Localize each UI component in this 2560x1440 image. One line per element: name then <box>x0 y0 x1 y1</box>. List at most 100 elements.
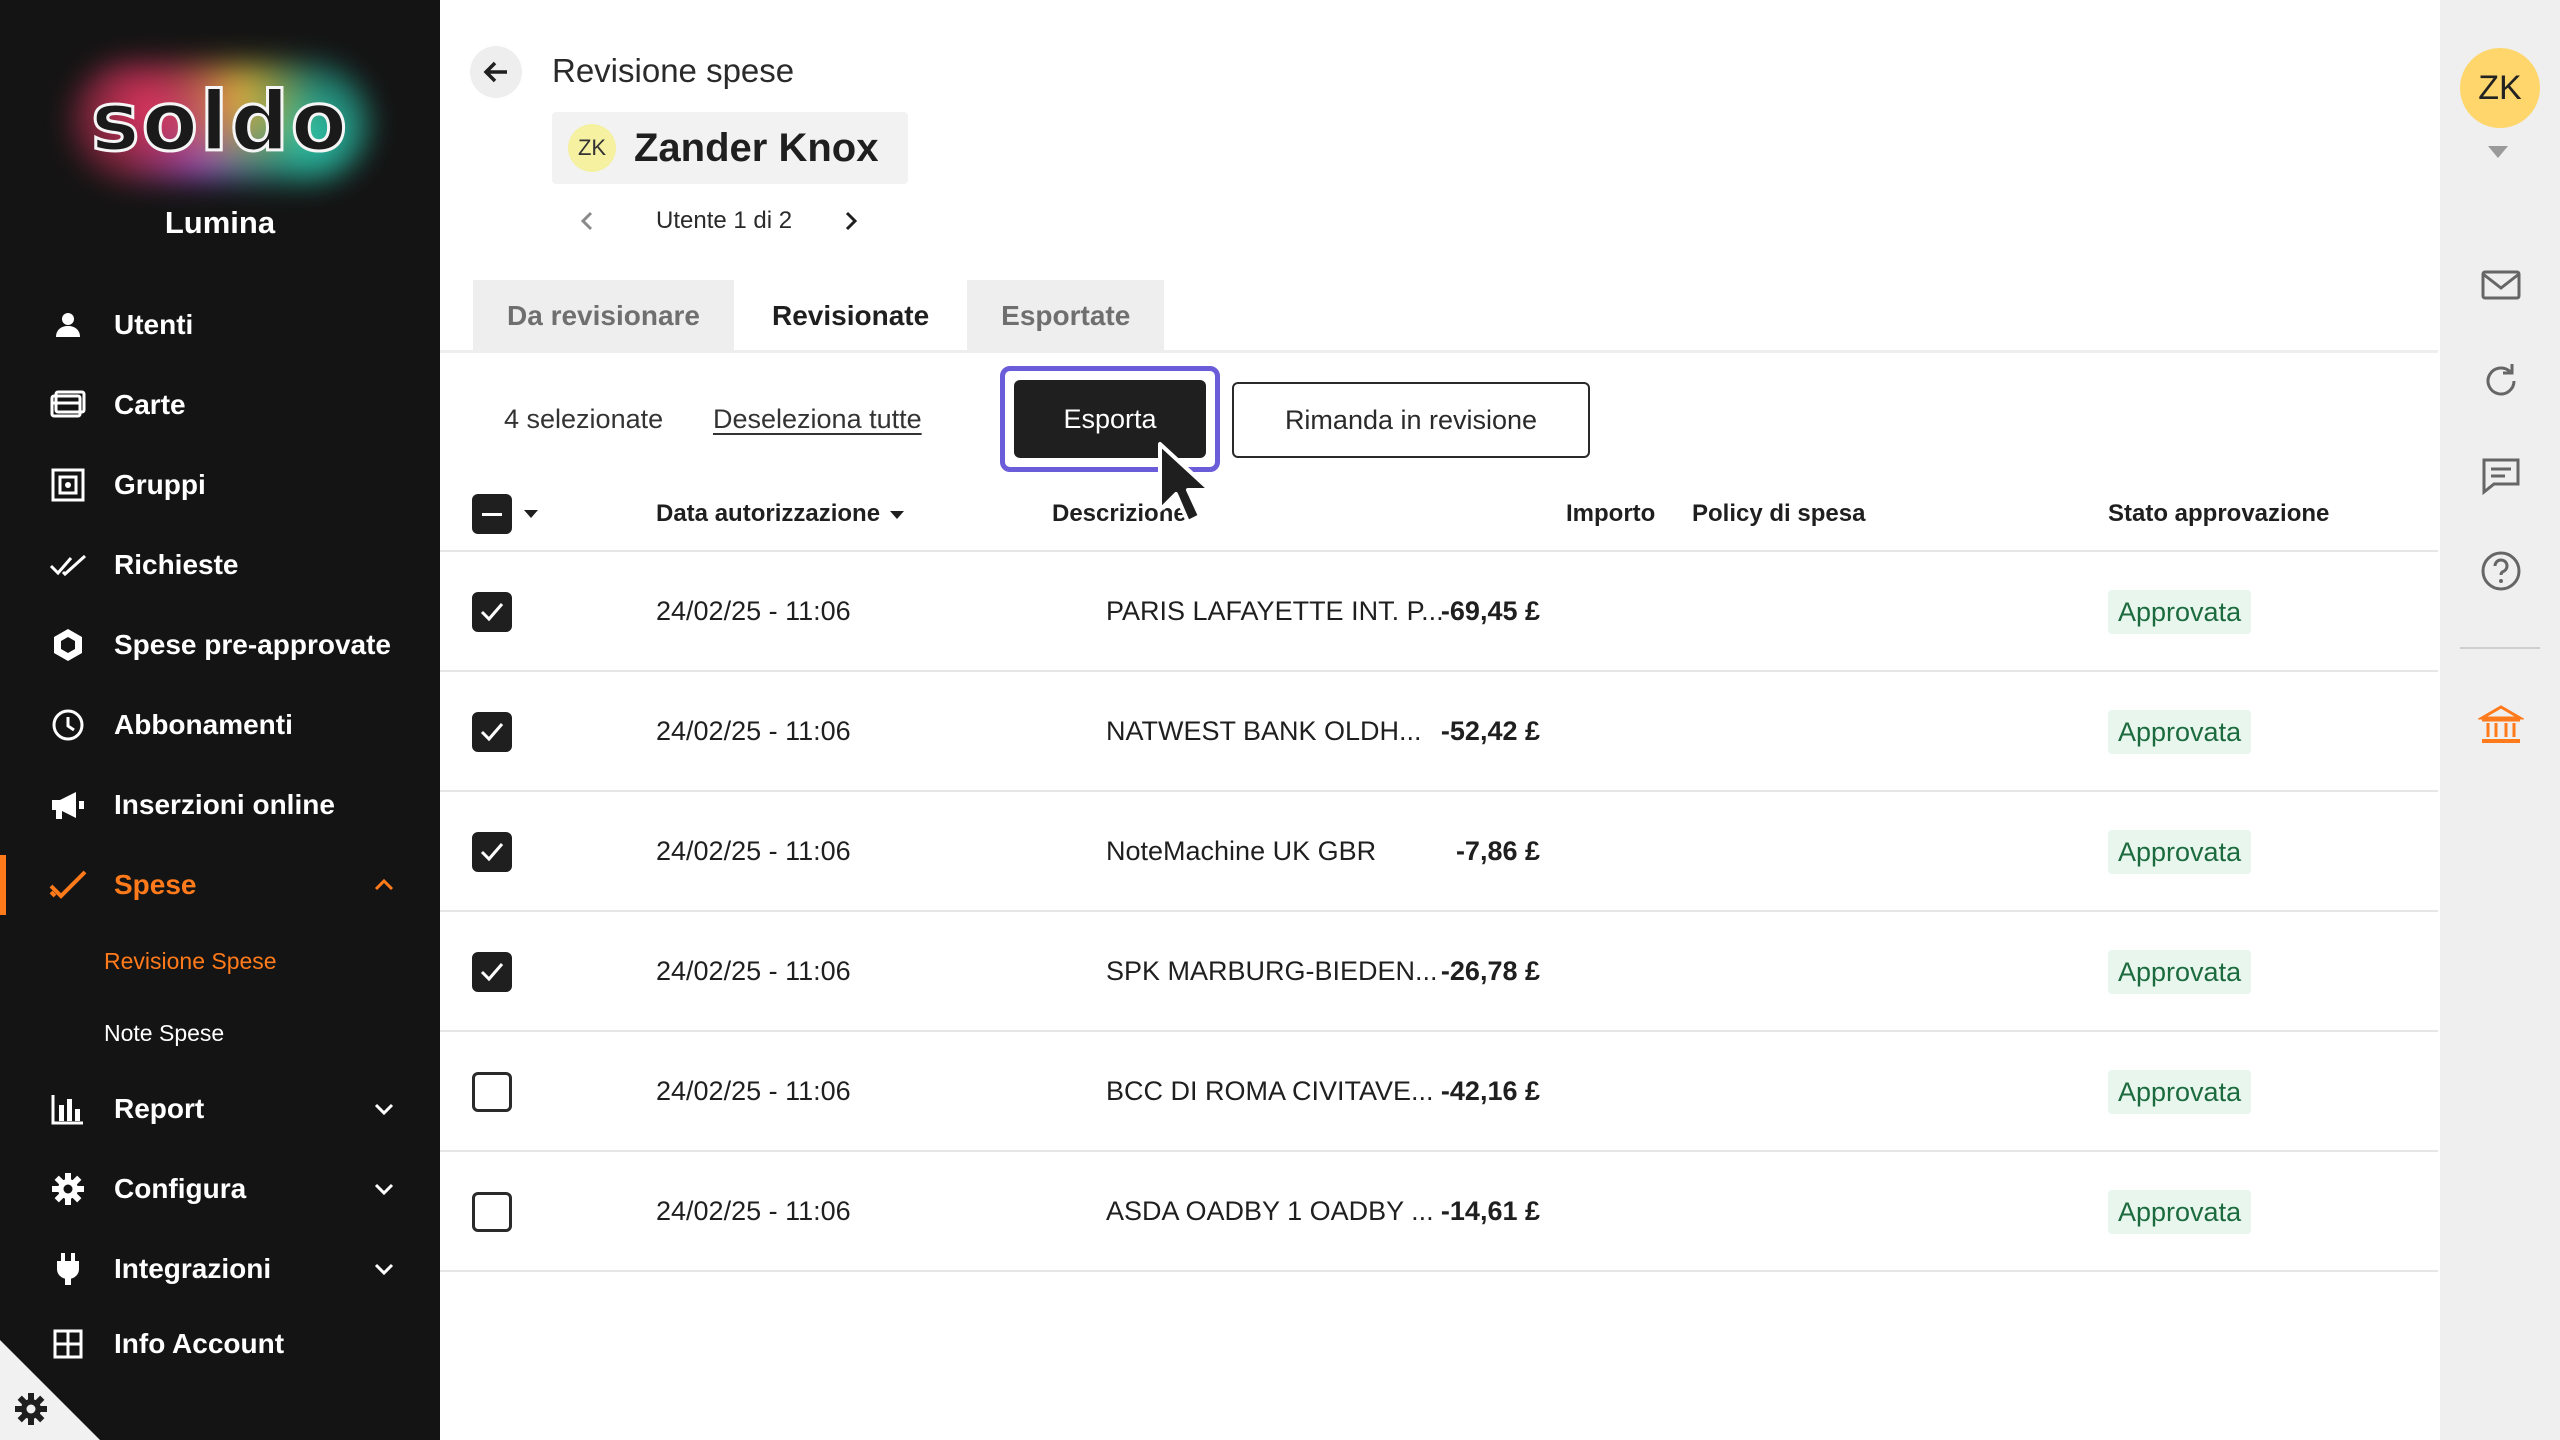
selected-count: 4 selezionate <box>504 404 664 434</box>
status-badge: Approvata <box>2108 950 2252 994</box>
sub-item-note-spese[interactable]: Note Spese <box>0 997 440 1069</box>
nav-item-spese[interactable]: Spese <box>0 845 440 925</box>
user-pager: Utente 1 di 2 <box>572 206 866 236</box>
chevron-left-icon[interactable] <box>572 206 602 236</box>
mail-icon[interactable] <box>2478 262 2524 308</box>
hexagon-icon <box>48 625 88 665</box>
column-amount: Importo <box>1566 500 1656 527</box>
avatar: ZK <box>568 124 616 172</box>
row-checkbox[interactable] <box>472 952 512 992</box>
nav-label: Report <box>114 1093 205 1124</box>
bank-icon[interactable] <box>2478 702 2524 748</box>
help-icon[interactable] <box>2478 548 2524 594</box>
sort-caret-icon <box>890 510 905 519</box>
sub-item-revisione-spese[interactable]: Revisione Spese <box>0 925 440 997</box>
refresh-icon[interactable] <box>2478 358 2524 404</box>
row-amount: -52,42 £ <box>1440 716 1540 746</box>
tab-da-revisionare[interactable]: Da revisionare <box>473 280 734 352</box>
nav-item-richieste[interactable]: Richieste <box>0 525 440 605</box>
select-all-checkbox[interactable] <box>472 494 512 534</box>
chevron-down-icon[interactable] <box>368 1253 400 1285</box>
tabs: Da revisionare Revisionate Esportate <box>473 280 1168 352</box>
user-icon <box>48 305 88 345</box>
row-amount: -14,61 £ <box>1440 1196 1540 1226</box>
table-row[interactable]: 24/02/25 - 11:06 PARIS LAFAYETTE INT. P.… <box>440 552 2438 672</box>
table-row[interactable]: 24/02/25 - 11:06 NoteMachine UK GBR -7,8… <box>440 792 2438 912</box>
gear-icon <box>48 1169 88 1209</box>
row-amount: -42,16 £ <box>1440 1076 1540 1106</box>
nav-item-report[interactable]: Report <box>0 1069 440 1149</box>
row-date: 24/02/25 - 11:06 <box>656 596 851 626</box>
chevron-up-icon[interactable] <box>368 869 400 901</box>
user-name: Zander Knox <box>634 125 879 170</box>
column-date[interactable]: Data autorizzazione <box>656 500 905 528</box>
nav-label: Configura <box>114 1173 247 1204</box>
main-content: Revisione spese ZK Zander Knox Utente 1 … <box>440 0 2440 1440</box>
row-date: 24/02/25 - 11:06 <box>656 956 851 986</box>
row-checkbox[interactable] <box>472 1192 512 1232</box>
nav-item-info-account[interactable]: Info Account <box>0 1309 440 1379</box>
table-header: Data autorizzazione Descrizione Importo … <box>440 478 2438 552</box>
table-row[interactable]: 24/02/25 - 11:06 NATWEST BANK OLDH... -5… <box>440 672 2438 792</box>
check-icon <box>48 865 88 905</box>
double-check-icon <box>48 545 88 585</box>
nav-label: Spese pre-approvate <box>114 629 391 660</box>
nav-item-abbonamenti[interactable]: Abbonamenti <box>0 685 440 765</box>
account-menu-caret-icon[interactable] <box>2488 146 2508 158</box>
chevron-down-icon[interactable] <box>368 1173 400 1205</box>
row-amount: -69,45 £ <box>1440 596 1540 626</box>
nav-label: Info Account <box>114 1328 285 1359</box>
send-back-to-review-button[interactable]: Rimanda in revisione <box>1232 382 1590 458</box>
nav-label: Integrazioni <box>114 1253 272 1284</box>
status-badge: Approvata <box>2108 1190 2252 1234</box>
table-row[interactable]: 24/02/25 - 11:06 SPK MARBURG-BIEDEN... -… <box>440 912 2438 1032</box>
nav-item-spese-pre-approvate[interactable]: Spese pre-approvate <box>0 605 440 685</box>
plug-icon <box>48 1249 88 1289</box>
tabs-divider <box>440 350 2438 353</box>
row-amount: -26,78 £ <box>1440 956 1540 986</box>
select-menu-caret-icon[interactable] <box>524 510 538 518</box>
grid-icon <box>48 1324 88 1364</box>
row-checkbox[interactable] <box>472 712 512 752</box>
soldo-logo[interactable]: soldo <box>70 62 370 182</box>
arrow-left-icon <box>483 61 507 83</box>
card-icon <box>48 385 88 425</box>
chevron-down-icon[interactable] <box>368 1093 400 1125</box>
account-avatar[interactable]: ZK <box>2460 48 2540 128</box>
nav-item-utenti[interactable]: Utenti <box>0 285 440 365</box>
user-card: ZK Zander Knox <box>552 112 909 184</box>
tab-revisionate[interactable]: Revisionate <box>738 280 964 352</box>
status-badge: Approvata <box>2108 590 2252 634</box>
row-description: NoteMachine UK GBR <box>1106 836 1377 866</box>
nav-item-inserzioni-online[interactable]: Inserzioni online <box>0 765 440 845</box>
row-checkbox[interactable] <box>472 832 512 872</box>
deselect-all-link[interactable]: Deseleziona tutte <box>713 404 922 435</box>
nav-label: Abbonamenti <box>114 709 293 740</box>
megaphone-icon <box>48 785 88 825</box>
nav-item-configura[interactable]: Configura <box>0 1149 440 1229</box>
nav-item-carte[interactable]: Carte <box>0 365 440 445</box>
pager-text: Utente 1 di 2 <box>656 207 793 234</box>
bar-chart-icon <box>48 1089 88 1129</box>
tab-esportate[interactable]: Esportate <box>967 280 1165 352</box>
row-checkbox[interactable] <box>472 592 512 632</box>
status-badge: Approvata <box>2108 830 2252 874</box>
row-amount: -7,86 £ <box>1455 836 1540 866</box>
row-date: 24/02/25 - 11:06 <box>656 1076 851 1106</box>
page-title: Revisione spese <box>552 52 795 89</box>
table-row[interactable]: 24/02/25 - 11:06 BCC DI ROMA CIVITAVE...… <box>440 1032 2438 1152</box>
row-date: 24/02/25 - 11:06 <box>656 836 851 866</box>
rail-divider <box>2460 647 2540 649</box>
back-button[interactable] <box>470 46 522 98</box>
nav-item-gruppi[interactable]: Gruppi <box>0 445 440 525</box>
clock-icon <box>48 705 88 745</box>
groups-icon <box>48 465 88 505</box>
table-body: 24/02/25 - 11:06 PARIS LAFAYETTE INT. P.… <box>440 552 2438 1272</box>
table-row[interactable]: 24/02/25 - 11:06 ASDA OADBY 1 OADBY ... … <box>440 1152 2438 1272</box>
chevron-right-icon[interactable] <box>836 206 866 236</box>
gear-icon[interactable] <box>14 1392 48 1426</box>
row-checkbox[interactable] <box>472 1072 512 1112</box>
nav-item-integrazioni[interactable]: Integrazioni <box>0 1229 440 1309</box>
chat-icon[interactable] <box>2478 452 2524 498</box>
nav-label: Richieste <box>114 549 239 580</box>
